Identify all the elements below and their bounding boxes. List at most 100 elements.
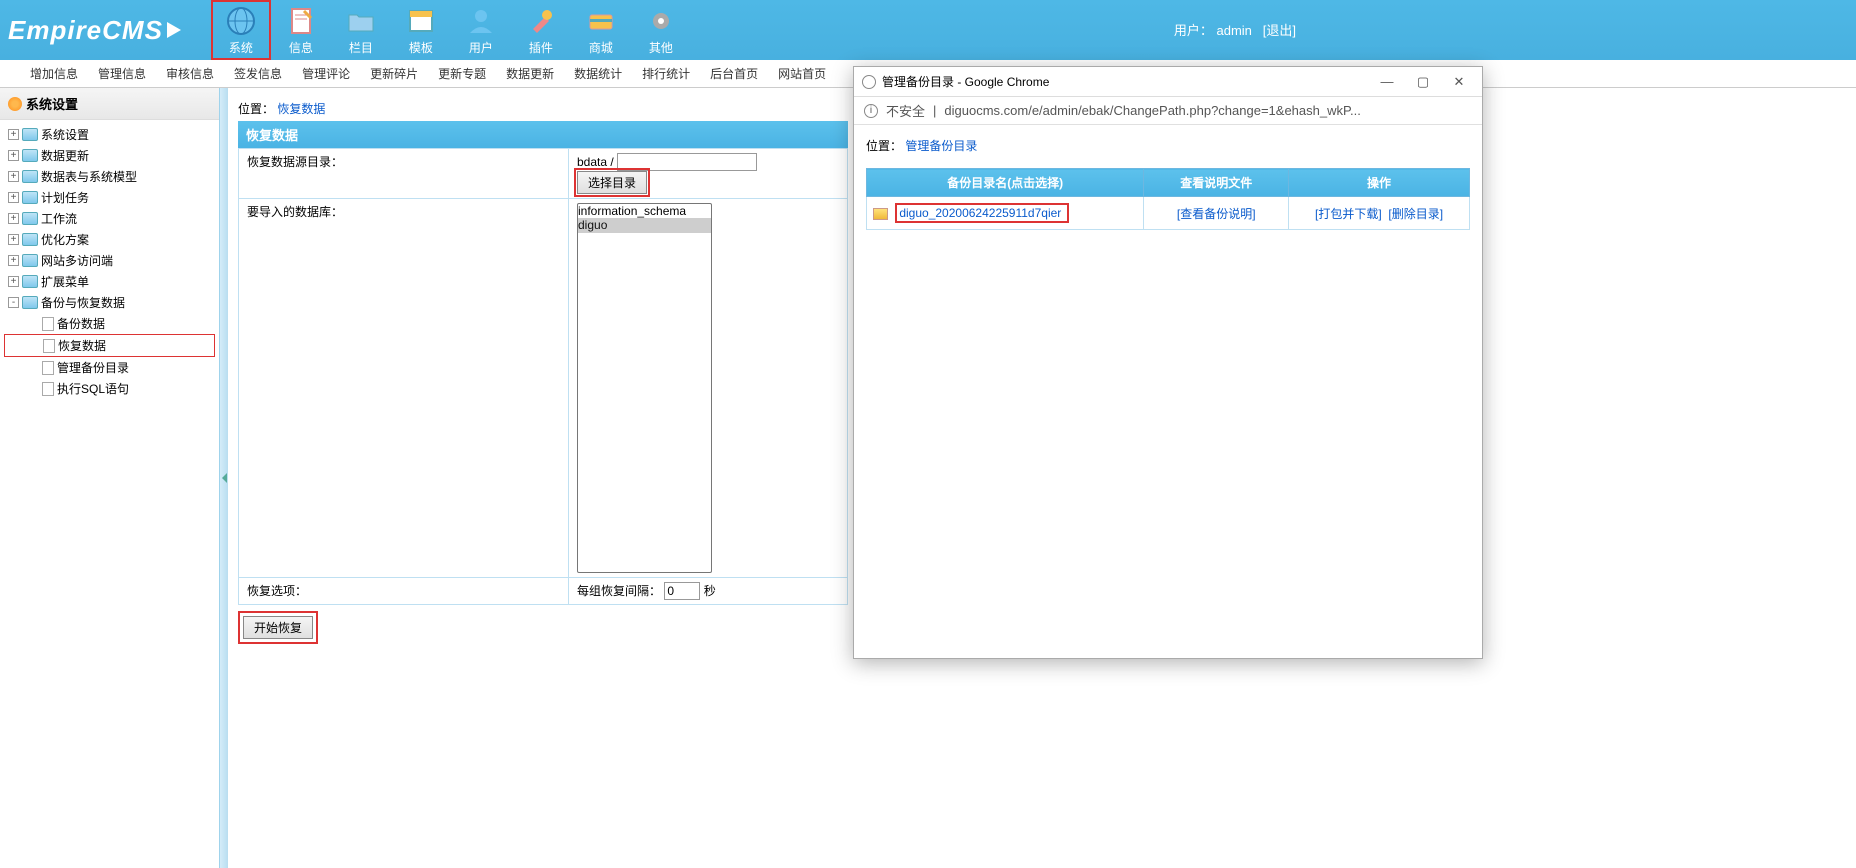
delete-link[interactable]: [删除目录]: [1388, 207, 1443, 221]
database-select[interactable]: information_schemadiguo: [577, 203, 712, 573]
row1-cell: bdata / 选择目录: [569, 149, 848, 199]
download-link[interactable]: [打包并下载]: [1315, 207, 1382, 221]
submenu-item[interactable]: 管理信息: [88, 60, 156, 88]
top-icon-label: 商城: [589, 39, 613, 56]
source-dir-input[interactable]: [617, 153, 757, 171]
top-icon-栏目[interactable]: 栏目: [331, 0, 391, 60]
submenu-item[interactable]: 数据更新: [496, 60, 564, 88]
interval-input[interactable]: [664, 582, 700, 600]
expander-icon[interactable]: -: [8, 297, 19, 308]
expander-icon[interactable]: +: [8, 192, 19, 203]
folder-icon: [22, 212, 38, 225]
tree-item[interactable]: + 计划任务: [4, 187, 215, 208]
submenu-item[interactable]: 网站首页: [768, 60, 836, 88]
tree-label: 系统设置: [41, 126, 89, 143]
tree-item[interactable]: + 数据表与系统模型: [4, 166, 215, 187]
submenu-item[interactable]: 后台首页: [700, 60, 768, 88]
user-label: 用户：: [1174, 23, 1213, 38]
expander-icon[interactable]: +: [8, 150, 19, 161]
tree-label: 计划任务: [41, 189, 89, 206]
tree-item[interactable]: +优化方案: [4, 229, 215, 250]
maximize-button[interactable]: ▢: [1408, 74, 1438, 90]
splitter[interactable]: [220, 88, 228, 868]
tree-child-item[interactable]: 管理备份目录: [4, 357, 215, 378]
tree-item[interactable]: +数据更新: [4, 145, 215, 166]
url-sep: |: [933, 103, 936, 118]
top-icon-信息[interactable]: 信息: [271, 0, 331, 60]
top-icon-其他[interactable]: 其他: [631, 0, 691, 60]
submenu-item[interactable]: 管理评论: [292, 60, 360, 88]
tree-item[interactable]: -备份与恢复数据: [4, 292, 215, 313]
popup-bc-link[interactable]: 管理备份目录: [905, 139, 977, 153]
db-option[interactable]: information_schema: [578, 204, 711, 218]
tree-label: 数据表与系统模型: [41, 168, 137, 185]
top-header: EmpireCMS 系统 信息栏目模板用户插件商城 其他 用户： admin [退出…: [0, 0, 1856, 60]
close-button[interactable]: ✕: [1444, 74, 1474, 90]
tree-child-item[interactable]: 恢复数据: [4, 334, 215, 357]
folder-icon: [22, 275, 38, 288]
dir-link-highlight: diguo_20200624225911d7qier: [895, 203, 1069, 223]
view-desc-link[interactable]: [查看备份说明]: [1177, 207, 1256, 221]
submenu-item[interactable]: 更新碎片: [360, 60, 428, 88]
window-icon: [405, 5, 437, 37]
submenu-item[interactable]: 审核信息: [156, 60, 224, 88]
globe-icon: [225, 5, 257, 37]
desc-cell: [查看备份说明]: [1144, 197, 1289, 230]
expander-icon[interactable]: +: [8, 255, 19, 266]
breadcrumb-prefix: 位置：: [238, 102, 274, 116]
submenu-item[interactable]: 更新专题: [428, 60, 496, 88]
row1-label: 恢复数据源目录：: [239, 149, 569, 199]
insecure-text: 不安全: [886, 101, 925, 120]
popup-titlebar[interactable]: 管理备份目录 - Google Chrome — ▢ ✕: [854, 67, 1482, 97]
folder-icon: [22, 149, 38, 162]
db-option[interactable]: diguo: [578, 218, 711, 232]
expander-icon[interactable]: +: [8, 129, 19, 140]
tree-label: 扩展菜单: [41, 273, 89, 290]
top-icon-label: 其他: [649, 39, 673, 56]
expander-icon[interactable]: +: [8, 234, 19, 245]
top-icon-系统[interactable]: 系统: [211, 0, 271, 60]
choose-dir-button[interactable]: 选择目录: [577, 171, 647, 194]
top-icon-商城[interactable]: 商城: [571, 0, 631, 60]
row2-label: 要导入的数据库：: [239, 199, 569, 578]
start-restore-button[interactable]: 开始恢复: [243, 616, 313, 639]
card-icon: [585, 5, 617, 37]
tree-label: 工作流: [41, 210, 77, 227]
restore-form-table: 恢复数据源目录： bdata / 选择目录 要导入的数据库： informati…: [238, 148, 848, 605]
doc-icon: [285, 5, 317, 37]
tools-icon: [525, 5, 557, 37]
person-icon: [465, 5, 497, 37]
gear-icon: [645, 5, 677, 37]
tree-child-item[interactable]: 备份数据: [4, 313, 215, 334]
popup-title: 管理备份目录 - Google Chrome: [882, 73, 1049, 90]
top-icon-用户[interactable]: 用户: [451, 0, 511, 60]
tree-item[interactable]: + 工作流: [4, 208, 215, 229]
expander-icon[interactable]: +: [8, 171, 19, 182]
popup-bc-prefix: 位置：: [866, 139, 902, 153]
submenu-item[interactable]: 排行统计: [632, 60, 700, 88]
tree-child-label: 管理备份目录: [57, 359, 129, 376]
tree-item[interactable]: + 扩展菜单: [4, 271, 215, 292]
backup-dir-table: 备份目录名(点击选择) 查看说明文件 操作 diguo_202006242259…: [866, 168, 1470, 230]
user-name: admin: [1217, 23, 1252, 38]
breadcrumb-link[interactable]: 恢复数据: [277, 102, 325, 116]
top-icon-模板[interactable]: 模板: [391, 0, 451, 60]
popup-body: 位置： 管理备份目录 备份目录名(点击选择) 查看说明文件 操作 diguo_2…: [854, 125, 1482, 242]
logout-link[interactable]: [退出]: [1263, 23, 1296, 38]
tree-child-label: 备份数据: [57, 315, 105, 332]
tree-item[interactable]: + 系统设置: [4, 124, 215, 145]
tree-child-item[interactable]: 执行SQL语句: [4, 378, 215, 399]
top-icon-label: 系统: [229, 39, 253, 56]
dir-link[interactable]: diguo_20200624225911d7qier: [899, 206, 1061, 220]
submenu-item[interactable]: 增加信息: [20, 60, 88, 88]
brand-text: EmpireCMS: [8, 15, 163, 46]
tree-item[interactable]: +网站多访问端: [4, 250, 215, 271]
submenu-item[interactable]: 数据统计: [564, 60, 632, 88]
popup-window: 管理备份目录 - Google Chrome — ▢ ✕ i 不安全 | dig…: [853, 66, 1483, 659]
expander-icon[interactable]: +: [8, 213, 19, 224]
sidebar-tree: +系统设置+数据更新+数据表与系统模型+计划任务+工作流+优化方案+网站多访问端…: [0, 120, 219, 403]
top-icon-插件[interactable]: 插件: [511, 0, 571, 60]
expander-icon[interactable]: +: [8, 276, 19, 287]
minimize-button[interactable]: —: [1372, 74, 1402, 89]
submenu-item[interactable]: 签发信息: [224, 60, 292, 88]
